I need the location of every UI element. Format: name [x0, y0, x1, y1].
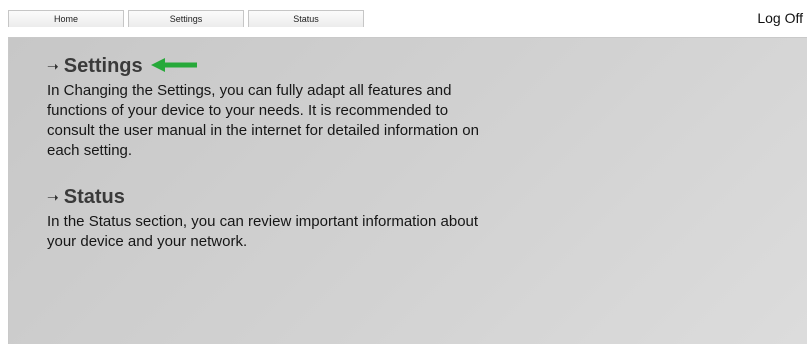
settings-heading: ➝ Settings: [47, 53, 487, 79]
status-description: In the Status section, you can review im…: [47, 213, 479, 250]
green-left-arrow-icon: [150, 55, 197, 78]
tab-status[interactable]: Status: [248, 10, 364, 27]
log-off-link[interactable]: Log Off: [757, 10, 803, 26]
right-arrow-icon: ➝: [47, 57, 59, 74]
settings-title: Settings: [63, 54, 143, 77]
status-title: Status: [63, 185, 125, 208]
status-heading: ➝ Status: [47, 184, 487, 210]
right-arrow-icon: ➝: [47, 188, 59, 205]
settings-description: In Changing the Settings, you can fully …: [47, 82, 479, 159]
tab-settings[interactable]: Settings: [128, 10, 244, 27]
tab-home[interactable]: Home: [8, 10, 124, 27]
content-panel: ➝ Settings In Changing the Settings, you…: [8, 37, 807, 344]
status-section: ➝ Status In the Status section, you can …: [47, 184, 487, 252]
tab-bar: Home Settings Status: [8, 10, 368, 27]
settings-section: ➝ Settings In Changing the Settings, you…: [47, 53, 487, 161]
